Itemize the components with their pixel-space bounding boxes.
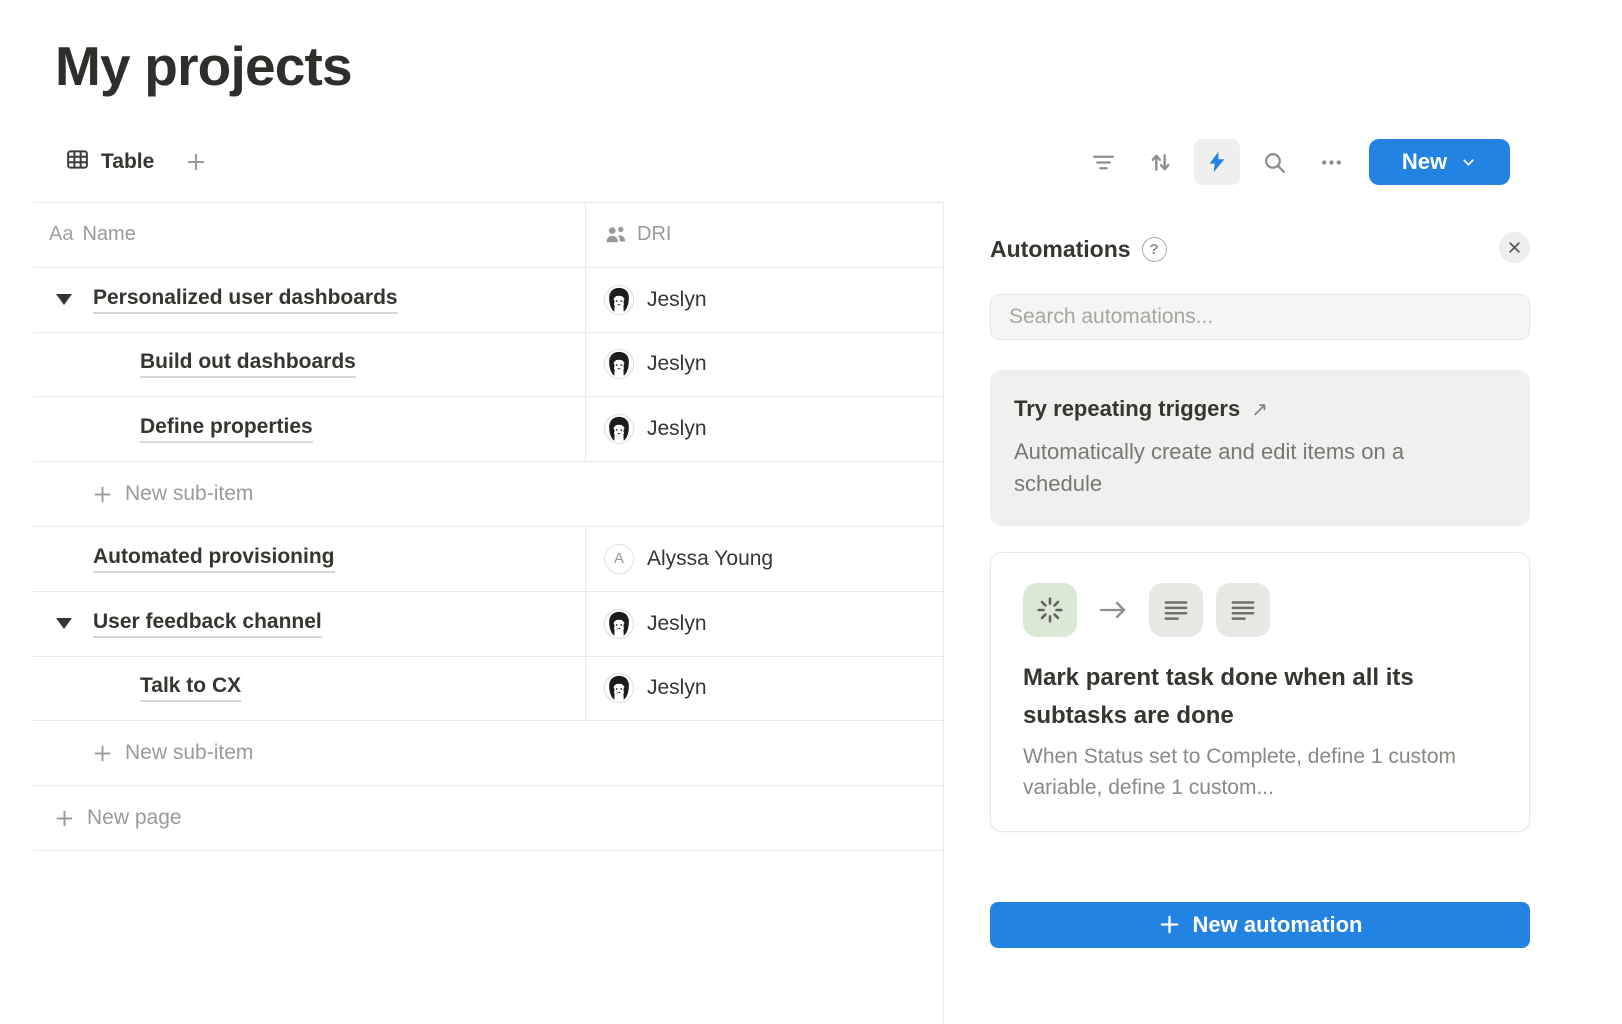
new-sub-item-row[interactable]: New sub-item (33, 462, 943, 527)
close-panel-button[interactable] (1499, 232, 1530, 263)
page-title: My projects (55, 34, 352, 98)
filter-button[interactable] (1080, 139, 1126, 185)
automation-card[interactable]: Mark parent task done when all its subta… (990, 552, 1530, 832)
search-button[interactable] (1251, 139, 1297, 185)
close-icon (1507, 240, 1522, 255)
help-icon[interactable]: ? (1142, 237, 1167, 262)
page-link[interactable]: Personalized user dashboards (93, 286, 398, 314)
avatar-jeslyn (604, 349, 634, 379)
dri-cell[interactable]: A Alyssa Young (585, 527, 943, 591)
plus-icon (184, 150, 208, 174)
dri-cell[interactable]: Jeslyn (585, 333, 943, 397)
page-link[interactable]: Define properties (140, 415, 313, 443)
arrow-right-icon (1097, 598, 1129, 622)
new-page-row[interactable]: New page (33, 786, 943, 851)
search-icon (1262, 150, 1287, 175)
column-header-dri[interactable]: DRI (585, 203, 943, 267)
new-page-label: New page (87, 806, 182, 830)
table-row[interactable]: Build out dashboards Jeslyn (33, 333, 943, 398)
view-toolbar (1080, 139, 1354, 185)
automations-panel: Automations ? Try repeating triggers ↗ A… (990, 232, 1530, 948)
add-view-button[interactable] (184, 150, 208, 174)
automations-button[interactable] (1194, 139, 1240, 185)
new-sub-item-row[interactable]: New sub-item (33, 721, 943, 786)
plus-icon (53, 807, 76, 830)
text-property-icon: Aa (49, 223, 73, 246)
table-row[interactable]: Automated provisioning A Alyssa Young (33, 527, 943, 592)
expand-toggle[interactable] (49, 294, 79, 305)
view-bar: Table (65, 139, 208, 185)
avatar-alyssa: A (604, 544, 634, 574)
new-button[interactable]: New (1369, 139, 1510, 185)
external-link-arrow-icon: ↗ (1251, 397, 1268, 422)
triangle-down-icon (56, 294, 72, 305)
panel-title: Automations (990, 236, 1131, 263)
panel-divider (943, 202, 944, 1024)
sort-button[interactable] (1137, 139, 1183, 185)
status-spinner-icon (1023, 583, 1077, 637)
view-tab-label: Table (101, 150, 154, 174)
automations-bolt-icon (1205, 150, 1229, 174)
search-automations-input[interactable] (990, 294, 1530, 340)
person-name: Jeslyn (647, 352, 707, 376)
dri-cell[interactable]: Jeslyn (585, 657, 943, 721)
triangle-down-icon (56, 618, 72, 629)
plus-icon (91, 483, 114, 506)
more-icon (1319, 150, 1344, 175)
tab-table-view[interactable]: Table (65, 147, 154, 178)
repeating-triggers-promo[interactable]: Try repeating triggers ↗ Automatically c… (990, 370, 1530, 526)
new-automation-label: New automation (1193, 912, 1363, 938)
table-row[interactable]: User feedback channel Jeslyn (33, 592, 943, 657)
automation-description: When Status set to Complete, define 1 cu… (1023, 741, 1468, 803)
text-lines-icon (1149, 583, 1203, 637)
avatar-jeslyn (604, 285, 634, 315)
expand-toggle[interactable] (49, 618, 79, 629)
person-name: Alyssa Young (647, 547, 773, 571)
text-lines-icon (1216, 583, 1270, 637)
table-row[interactable]: Talk to CX Jeslyn (33, 657, 943, 722)
dri-cell[interactable]: Jeslyn (585, 268, 943, 332)
new-sub-item-label: New sub-item (125, 482, 253, 506)
new-button-label: New (1402, 149, 1447, 175)
new-sub-item-label: New sub-item (125, 741, 253, 765)
page-link[interactable]: User feedback channel (93, 610, 322, 638)
table-row[interactable]: Personalized user dashboards Jeslyn (33, 268, 943, 333)
avatar-jeslyn (604, 414, 634, 444)
more-button[interactable] (1308, 139, 1354, 185)
chevron-down-icon (1460, 154, 1477, 171)
promo-title: Try repeating triggers (1014, 396, 1240, 422)
dri-cell[interactable]: Jeslyn (585, 592, 943, 656)
avatar-jeslyn (604, 609, 634, 639)
page-link[interactable]: Automated provisioning (93, 545, 335, 573)
table-header-row: Aa Name DRI (33, 203, 943, 268)
projects-table: Aa Name DRI Personalized user dashboards… (33, 202, 943, 851)
name-column-label: Name (82, 223, 135, 246)
page-link[interactable]: Build out dashboards (140, 350, 356, 378)
dri-column-label: DRI (637, 223, 671, 246)
sort-icon (1148, 150, 1173, 175)
plus-icon (91, 742, 114, 765)
dri-cell[interactable]: Jeslyn (585, 397, 943, 461)
column-header-name[interactable]: Aa Name (33, 203, 585, 267)
table-view-icon (65, 147, 90, 178)
person-name: Jeslyn (647, 612, 707, 636)
table-row[interactable]: Define properties Jeslyn (33, 397, 943, 462)
filter-icon (1091, 150, 1116, 175)
page-link[interactable]: Talk to CX (140, 674, 241, 702)
people-icon (604, 223, 628, 247)
person-name: Jeslyn (647, 288, 707, 312)
avatar-jeslyn (604, 673, 634, 703)
automation-title: Mark parent task done when all its subta… (1023, 659, 1483, 735)
new-automation-button[interactable]: New automation (990, 902, 1530, 948)
plus-icon (1158, 913, 1181, 936)
person-name: Jeslyn (647, 676, 707, 700)
person-name: Jeslyn (647, 417, 707, 441)
promo-description: Automatically create and edit items on a… (1014, 436, 1474, 500)
